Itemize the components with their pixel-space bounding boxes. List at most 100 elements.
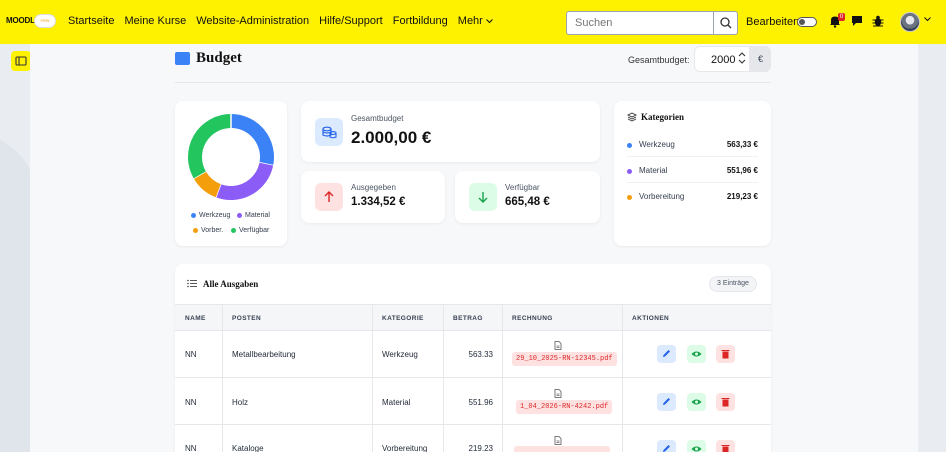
search-input[interactable] xyxy=(567,12,713,34)
invoice-file-link[interactable] xyxy=(514,446,610,452)
document-icon xyxy=(554,341,562,350)
sidebar-panel-icon xyxy=(15,56,27,66)
cell-kategorie: Werkzeug xyxy=(382,350,418,359)
drawer-toggle-button[interactable] xyxy=(11,51,31,71)
available-label: Verfügbar xyxy=(505,183,540,192)
column-header-aktionen: AKTIONEN xyxy=(632,315,670,322)
cell-name: NN xyxy=(185,350,197,359)
site-logo[interactable]: MOODLE FRW xyxy=(6,12,56,32)
nav-link-mehr[interactable]: Mehr xyxy=(458,15,493,27)
total-budget-label: Gesamtbudget: xyxy=(628,55,690,65)
view-button[interactable] xyxy=(687,345,706,363)
cell-name: NN xyxy=(185,444,197,452)
edit-button[interactable] xyxy=(657,440,676,452)
edit-button[interactable] xyxy=(657,393,676,411)
arrow-up-icon xyxy=(315,183,343,211)
nav-link-meine-kurse[interactable]: Meine Kurse xyxy=(124,15,186,27)
legend-item: Verfügbar xyxy=(231,227,269,234)
categories-title: Kategorien xyxy=(641,112,684,122)
legend-item: Werkzeug xyxy=(191,212,230,219)
top-navbar: MOODLE FRW Startseite Meine Kurse Websit… xyxy=(0,0,946,44)
edit-button[interactable] xyxy=(657,345,676,363)
budget-donut-card: Werkzeug Material Vorber. Verfügbar xyxy=(175,101,287,246)
eye-icon xyxy=(691,399,702,405)
nav-link-fortbildung[interactable]: Fortbildung xyxy=(393,15,448,27)
available-value: 665,48 € xyxy=(505,196,550,208)
header-divider xyxy=(175,82,771,83)
cell-posten: Holz xyxy=(232,398,249,407)
spent-value: 1.334,52 € xyxy=(351,196,406,208)
chevron-down-icon[interactable] xyxy=(924,17,931,22)
donut-segment-vorber- xyxy=(193,171,222,198)
entry-count-badge: 3 Einträge xyxy=(709,276,757,292)
legend-dot xyxy=(193,228,198,233)
column-header-posten: POSTEN xyxy=(232,315,262,322)
donut-segment-verf-gbar xyxy=(188,114,232,179)
search-button[interactable] xyxy=(713,12,737,34)
spent-card: Ausgegeben 1.334,52 € xyxy=(301,171,445,223)
cell-kategorie: Material xyxy=(382,398,411,407)
nav-link-startseite[interactable]: Startseite xyxy=(68,15,114,27)
column-header-kategorie: KATEGORIE xyxy=(382,315,424,322)
chevron-down-icon xyxy=(486,19,493,24)
user-avatar[interactable] xyxy=(900,12,920,32)
delete-button[interactable] xyxy=(716,393,735,411)
invoice-file-link[interactable]: 29_10_2025-RN-12345.pdf xyxy=(512,352,617,366)
cell-name: NN xyxy=(185,398,197,407)
cell-betrag: 219.23 xyxy=(468,444,493,452)
pencil-icon xyxy=(663,350,670,357)
legend-item: Material xyxy=(237,212,270,219)
edit-mode-toggle[interactable] xyxy=(797,17,817,27)
pencil-icon xyxy=(663,398,670,405)
row-divider xyxy=(627,156,758,157)
nav-link-hilfe-support[interactable]: Hilfe/Support xyxy=(319,15,383,27)
legend-dot xyxy=(231,228,236,233)
category-dot xyxy=(627,169,632,174)
expenses-title: Alle Ausgaben xyxy=(203,279,259,289)
delete-button[interactable] xyxy=(716,345,735,363)
edit-mode-label: Bearbeiten xyxy=(746,16,800,28)
view-button[interactable] xyxy=(687,440,706,452)
invoice-file-link[interactable]: 1_04_2026-RN-4242.pdf xyxy=(516,400,613,414)
category-dot xyxy=(627,143,632,148)
wallet-icon xyxy=(175,52,190,65)
legend-dot xyxy=(237,213,242,218)
cell-betrag: 563.33 xyxy=(468,350,493,359)
coins-icon xyxy=(315,118,343,146)
donut-segment-material xyxy=(215,162,274,200)
cell-posten: Metallbearbeitung xyxy=(232,350,296,359)
eye-icon xyxy=(691,351,702,357)
stepper-icon[interactable] xyxy=(738,51,746,65)
message-icon[interactable] xyxy=(850,14,864,28)
total-budget-card: Gesamtbudget 2.000,00 € xyxy=(301,101,600,162)
delete-button[interactable] xyxy=(716,440,735,452)
spent-label: Ausgegeben xyxy=(351,183,396,192)
column-header-betrag: BETRAG xyxy=(453,315,483,322)
trash-icon xyxy=(721,398,730,407)
category-row: Material 551,96 € xyxy=(627,165,758,187)
row-divider xyxy=(627,182,758,183)
total-budget-value: 2.000,00 € xyxy=(351,128,432,147)
category-row: Werkzeug 563,33 € xyxy=(627,139,758,161)
cell-kategorie: Vorbereitung xyxy=(382,444,428,452)
notification-badge: 0 xyxy=(838,13,845,21)
search-icon xyxy=(720,17,732,29)
background-decoration xyxy=(0,140,30,452)
search-box xyxy=(566,11,738,35)
category-dot xyxy=(627,195,632,200)
legend-dot xyxy=(191,213,196,218)
available-card: Verfügbar 665,48 € xyxy=(455,171,600,223)
budget-donut-chart xyxy=(188,113,275,200)
table-header: NAME POSTEN KATEGORIE BETRAG RECHNUNG AK… xyxy=(175,304,771,331)
cell-posten: Kataloge xyxy=(232,444,264,452)
view-button[interactable] xyxy=(687,393,706,411)
column-header-name: NAME xyxy=(185,315,206,322)
bug-icon[interactable] xyxy=(871,14,885,28)
legend-item: Vorber. xyxy=(193,227,223,234)
column-header-rechnung: RECHNUNG xyxy=(512,315,553,322)
total-budget-label: Gesamtbudget xyxy=(351,114,404,123)
nav-link-website-administration[interactable]: Website-Administration xyxy=(196,15,309,27)
category-row: Vorbereitung 219,23 € xyxy=(627,191,758,213)
trash-icon xyxy=(721,350,730,359)
pencil-icon xyxy=(663,445,670,452)
